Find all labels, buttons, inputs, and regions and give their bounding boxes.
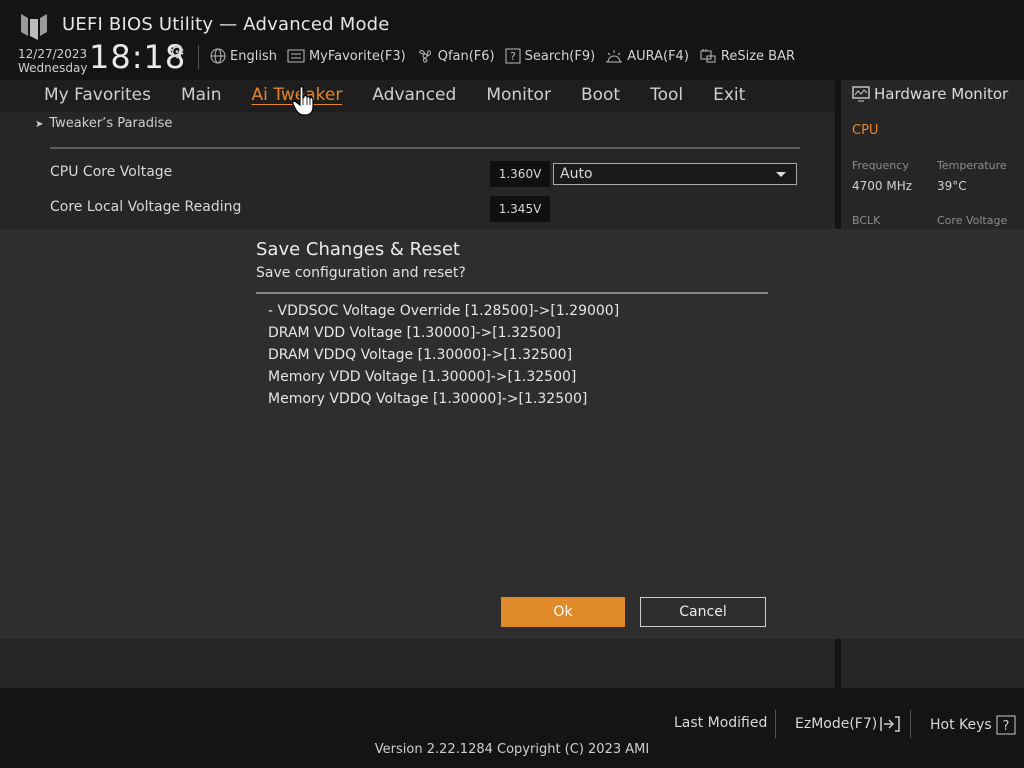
tab-boot[interactable]: Boot — [581, 85, 620, 105]
aura-label: AURA(F4) — [627, 48, 689, 64]
search-label: Search(F9) — [524, 48, 596, 64]
monitor-icon — [852, 86, 870, 102]
myfavorite-button[interactable]: MyFavorite(F3) — [287, 49, 406, 64]
cancel-button[interactable]: Cancel — [640, 597, 766, 627]
cpu-core-voltage-label: CPU Core Voltage — [50, 164, 173, 180]
hardware-monitor-title: Hardware Monitor — [852, 85, 1008, 103]
cpu-core-voltage-reading: 1.360V — [490, 161, 550, 187]
qfan-button[interactable]: Qfan(F6) — [416, 47, 495, 65]
svg-text:?: ? — [1002, 719, 1009, 734]
help-search-icon: ? — [505, 48, 521, 64]
hw-cpu-section-label: CPU — [852, 123, 879, 138]
breadcrumb-label: Tweaker’s Paradise — [49, 116, 173, 131]
hand-cursor-icon — [292, 86, 314, 116]
main-tabs: My Favorites Main Ai Tweaker Advanced Mo… — [44, 85, 775, 105]
hw-frequency-label: Frequency — [852, 159, 909, 172]
footer-divider — [910, 710, 911, 738]
chevron-right-icon: ➤ — [35, 119, 44, 130]
list-item: - VDDSOC Voltage Override [1.28500]->[1.… — [268, 303, 620, 319]
hw-temperature-value: 39°C — [937, 179, 967, 193]
resize-bar-label: ReSize BAR — [720, 48, 796, 64]
fan-icon — [419, 50, 431, 63]
globe-icon — [210, 48, 226, 64]
header-divider — [198, 45, 199, 69]
section-divider — [50, 147, 800, 149]
last-modified-button[interactable]: Last Modified — [674, 715, 767, 731]
footer-divider — [775, 710, 776, 738]
hw-core-voltage-label: Core Voltage — [937, 214, 1008, 227]
tab-main[interactable]: Main — [181, 85, 222, 105]
hw-temperature-label: Temperature — [937, 159, 1007, 172]
list-item: Memory VDD Voltage [1.30000]->[1.32500] — [268, 369, 577, 385]
help-icon: ? — [996, 715, 1016, 735]
breadcrumb[interactable]: ➤ Tweaker’s Paradise — [35, 116, 172, 131]
hot-keys-label: Hot Keys — [930, 717, 992, 733]
resize-bar-icon — [700, 49, 716, 63]
tuf-logo-icon — [21, 14, 47, 40]
weekday-text: Wednesday — [18, 61, 88, 75]
favorite-list-icon — [287, 49, 305, 63]
ok-button[interactable]: Ok — [501, 597, 625, 627]
ezmode-button[interactable]: EzMode(F7) — [795, 715, 901, 733]
app-title: UEFI BIOS Utility — Advanced Mode — [62, 14, 390, 35]
hw-bclk-label: BCLK — [852, 214, 881, 227]
hw-frequency-value: 4700 MHz — [852, 179, 913, 193]
svg-text:?: ? — [510, 50, 516, 63]
language-button[interactable]: English — [210, 48, 277, 64]
version-text: Version 2.22.1284 Copyright (C) 2023 AMI — [374, 742, 650, 757]
date-display: 12/27/2023 Wednesday — [18, 47, 87, 75]
list-item: DRAM VDDQ Voltage [1.30000]->[1.32500] — [268, 347, 573, 363]
tab-tool[interactable]: Tool — [650, 85, 683, 105]
hot-keys-button[interactable]: Hot Keys ? — [930, 715, 1016, 735]
ezmode-label: EzMode(F7) — [795, 716, 878, 732]
tab-monitor[interactable]: Monitor — [486, 85, 551, 105]
dialog-divider — [256, 292, 768, 294]
qfan-label: Qfan(F6) — [437, 48, 495, 64]
tab-my-favorites[interactable]: My Favorites — [44, 85, 151, 105]
language-label: English — [230, 48, 277, 64]
list-item: DRAM VDD Voltage [1.30000]->[1.32500] — [268, 325, 562, 341]
dialog-subtitle: Save configuration and reset? — [256, 265, 466, 281]
cpu-core-voltage-selected: Auto — [560, 166, 593, 182]
save-reset-dialog — [0, 229, 1024, 639]
aura-light-icon — [606, 50, 623, 63]
tab-advanced[interactable]: Advanced — [372, 85, 456, 105]
toolbar: English MyFavorite(F3) Qfan(F6) ? Search… — [210, 47, 805, 65]
cpu-core-voltage-select[interactable]: Auto — [553, 163, 797, 185]
core-local-voltage-label: Core Local Voltage Reading — [50, 199, 242, 215]
core-local-voltage-reading: 1.345V — [490, 196, 550, 222]
date-text: 12/27/2023 — [18, 47, 88, 61]
aura-button[interactable]: AURA(F4) — [605, 48, 689, 64]
hardware-monitor-title-text: Hardware Monitor — [874, 85, 1009, 103]
list-item: Memory VDDQ Voltage [1.30000]->[1.32500] — [268, 391, 588, 407]
resize-bar-button[interactable]: ReSize BAR — [699, 48, 795, 64]
tab-exit[interactable]: Exit — [713, 85, 745, 105]
exit-arrow-icon — [880, 716, 900, 732]
dialog-title: Save Changes & Reset — [256, 239, 460, 260]
clock-settings-gear-icon[interactable]: ⚙ — [169, 42, 185, 63]
chevron-down-icon — [776, 172, 786, 177]
search-button[interactable]: ? Search(F9) — [505, 48, 596, 64]
changes-list: - VDDSOC Voltage Override [1.28500]->[1.… — [268, 300, 619, 410]
myfavorite-label: MyFavorite(F3) — [308, 48, 406, 64]
